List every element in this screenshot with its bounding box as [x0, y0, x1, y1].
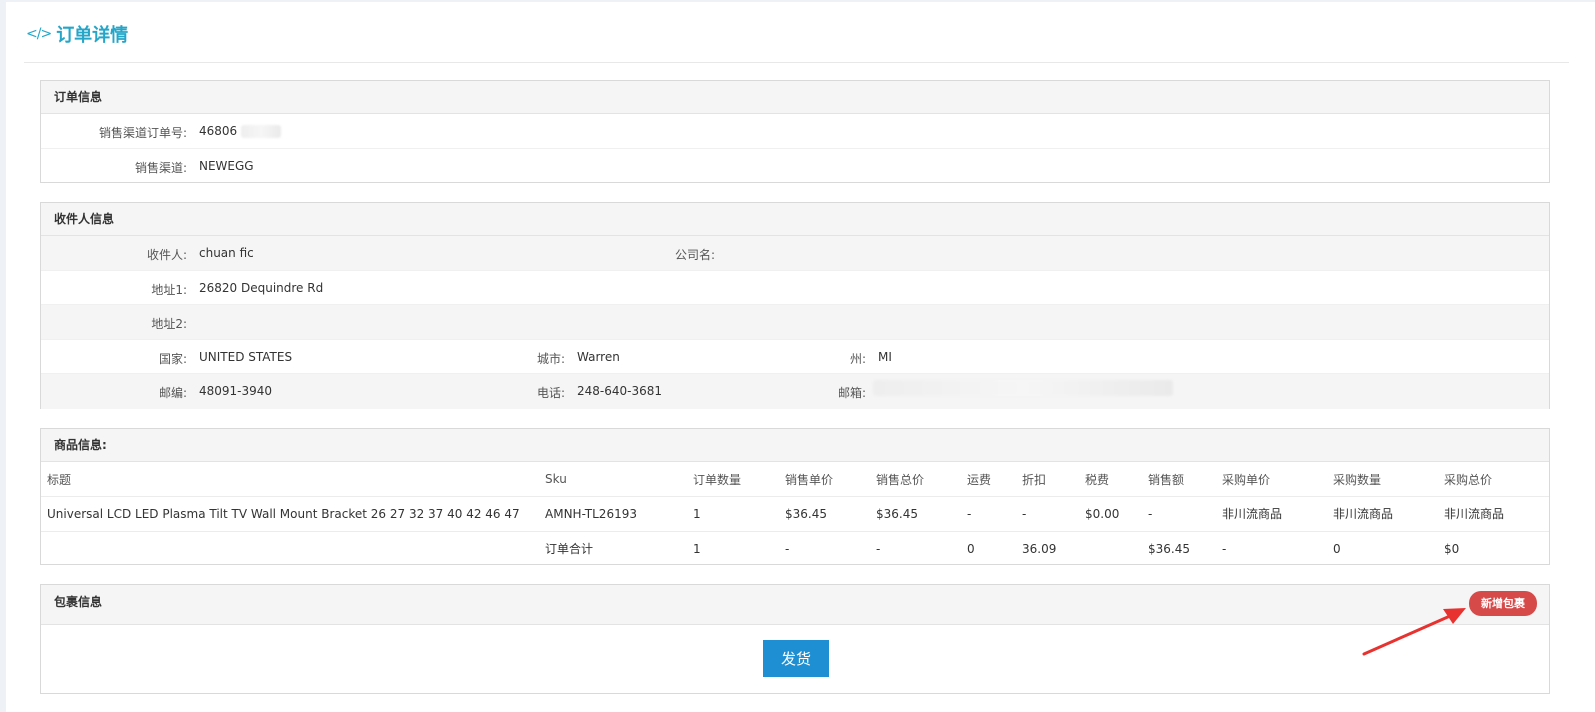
cell-title: Universal LCD LED Plasma Tilt TV Wall Mo…: [47, 496, 545, 532]
goods-panel: 商品信息: 标题 Sku 订单数量 销售单价 销售总价 运费 折扣 税费 销售额…: [40, 428, 1550, 565]
col-sku: Sku: [545, 462, 693, 497]
total-cell-purchase-unit-price: -: [1222, 541, 1227, 556]
col-purchase-unit-price: 采购单价: [1222, 462, 1333, 497]
name-label: 收件人:: [146, 248, 187, 262]
col-purchase-qty: 采购数量: [1333, 462, 1444, 497]
cell-sku: AMNH-TL26193: [545, 496, 693, 532]
channel-label: 销售渠道:: [134, 160, 187, 175]
cell-tax: $0.00: [1085, 496, 1148, 532]
email-value: [873, 380, 1173, 396]
col-total-price: 销售总价: [876, 462, 967, 497]
package-heading: 包裹信息 新增包裹: [41, 585, 1549, 625]
city-value: Warren: [577, 349, 620, 364]
channel-value: NEWEGG: [199, 158, 254, 173]
cell-unit-price: $36.45: [785, 496, 876, 532]
order-no-label: 销售渠道订单号:: [98, 126, 187, 140]
package-heading-text: 包裹信息: [54, 595, 103, 609]
addr1-label: 地址1:: [151, 282, 187, 297]
recipient-row-country: 国家: UNITED STATES 城市: Warren 州: MI: [41, 340, 1549, 374]
recipient-heading: 收件人信息: [41, 203, 1549, 236]
total-cell-purchase-qty: 0: [1333, 541, 1341, 556]
recipient-row-addr1: 地址1: 26820 Dequindre Rd: [41, 271, 1549, 305]
col-unit-price: 销售单价: [785, 462, 876, 497]
col-sales-amount: 销售额: [1148, 462, 1222, 497]
code-icon: </>: [26, 26, 52, 42]
name-value: chuan fic: [199, 246, 254, 260]
state-label: 州:: [849, 351, 866, 366]
recipient-row-name: 收件人: chuan fic 公司名:: [41, 236, 1549, 271]
total-cell-order-qty: 1: [693, 541, 701, 556]
cell-shipping: -: [967, 496, 1022, 532]
col-discount: 折扣: [1022, 462, 1085, 497]
zip-label: 邮编:: [158, 386, 187, 400]
order-detail-page: </> 订单详情 订单信息 销售渠道订单号: 46806 销售渠道: NEWEG…: [6, 2, 1595, 712]
recipient-panel: 收件人信息 收件人: chuan fic 公司名: 地址1: 26820 Deq…: [40, 202, 1550, 409]
cell-order-qty: 1: [693, 496, 785, 532]
country-value: UNITED STATES: [199, 349, 293, 364]
goods-header-row: 标题 Sku 订单数量 销售单价 销售总价 运费 折扣 税费 销售额 采购单价 …: [41, 462, 1549, 497]
cell-purchase-unit-price: 非川流商品: [1222, 496, 1333, 532]
cell-discount: -: [1022, 496, 1085, 532]
order-info-heading: 订单信息: [41, 81, 1549, 114]
goods-heading: 商品信息:: [41, 429, 1549, 462]
recipient-row-addr2: 地址2:: [41, 305, 1549, 340]
col-order-qty: 订单数量: [693, 462, 785, 497]
redacted-mask: [873, 380, 1173, 396]
redacted-mask: [241, 125, 282, 138]
package-panel: 包裹信息 新增包裹 发货: [40, 584, 1550, 694]
addr2-label: 地址2:: [151, 317, 187, 331]
cell-purchase-qty: 非川流商品: [1333, 496, 1444, 532]
total-cell-unit-price: -: [785, 541, 790, 556]
cell-sales-amount: -: [1148, 496, 1222, 532]
channel-row: 销售渠道: NEWEGG: [41, 149, 1549, 184]
email-label: 邮箱:: [837, 386, 866, 400]
table-row: Universal LCD LED Plasma Tilt TV Wall Mo…: [41, 496, 1549, 532]
cell-purchase-total: 非川流商品: [1444, 496, 1549, 532]
phone-label: 电话:: [536, 386, 565, 400]
recipient-row-zip: 邮编: 48091-3940 电话: 248-640-3681 邮箱:: [41, 374, 1549, 409]
total-cell-discount: 36.09: [1022, 541, 1057, 556]
zip-value: 48091-3940: [199, 384, 273, 398]
total-cell-purchase-total: $0: [1444, 541, 1460, 556]
page-title-text: 订单详情: [56, 25, 129, 46]
goods-table: 标题 Sku 订单数量 销售单价 销售总价 运费 折扣 税费 销售额 采购单价 …: [41, 462, 1549, 566]
order-no-value: 46806: [199, 124, 282, 138]
col-shipping: 运费: [967, 462, 1022, 497]
order-no-text: 46806: [199, 124, 238, 138]
cell-total-price: $36.45: [876, 496, 967, 532]
total-cell-sales-amount: $36.45: [1148, 541, 1190, 556]
total-cell-total-price: -: [876, 541, 881, 556]
page-title: </> 订单详情: [26, 21, 128, 47]
company-label: 公司名:: [674, 248, 715, 262]
total-cell-tax: [1085, 531, 1148, 566]
state-value: MI: [878, 349, 892, 364]
order-no-row: 销售渠道订单号: 46806: [41, 114, 1549, 149]
ship-button[interactable]: 发货: [763, 640, 829, 677]
city-label: 城市:: [536, 351, 565, 366]
country-label: 国家:: [158, 351, 187, 366]
add-package-button[interactable]: 新增包裹: [1469, 591, 1537, 616]
order-info-panel: 订单信息 销售渠道订单号: 46806 销售渠道: NEWEGG: [40, 80, 1550, 183]
addr1-value: 26820 Dequindre Rd: [199, 280, 324, 295]
package-body: 发货: [41, 625, 1549, 693]
page-header: </> 订单详情: [24, 2, 1569, 63]
total-cell-label: 订单合计: [545, 542, 594, 556]
total-cell-title: [47, 531, 545, 566]
total-row: 订单合计 1 - - 0 36.09 $36.45 - 0 $0: [41, 531, 1549, 566]
col-purchase-total: 采购总价: [1444, 462, 1549, 497]
col-title: 标题: [47, 462, 545, 497]
col-tax: 税费: [1085, 462, 1148, 497]
total-cell-shipping: 0: [967, 541, 975, 556]
phone-value: 248-640-3681: [577, 384, 663, 398]
